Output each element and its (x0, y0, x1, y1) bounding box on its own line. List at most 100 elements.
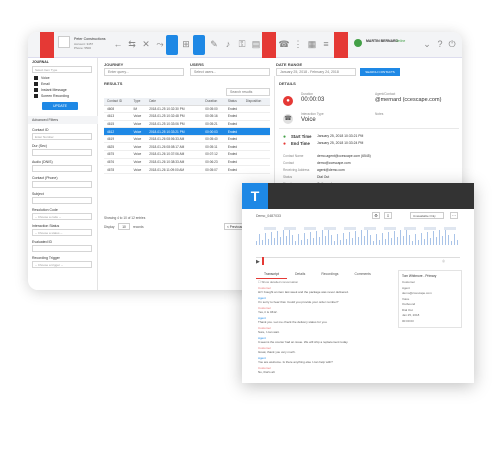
tab-transcript[interactable]: Transcript (256, 270, 287, 279)
alert-button[interactable] (334, 32, 348, 58)
waveform-bar (331, 235, 332, 245)
info-line: demo@ccescape.com (402, 291, 432, 295)
table-row[interactable]: 4675 Voice 2018-01-26 10:37:06 AM 00:07:12 E… (104, 150, 270, 159)
swap-icon[interactable]: ⇆ (126, 38, 138, 50)
table-row[interactable]: 4625 Voice 2018-01-26 08:08:17 AM 00:05:11 E… (104, 142, 270, 152)
search-contacts-button[interactable]: SEARCH CONTACTS (360, 68, 400, 76)
subject-input[interactable] (32, 197, 92, 204)
playhead[interactable] (262, 257, 264, 265)
type-email[interactable]: Email (34, 82, 50, 87)
edit-icon[interactable]: ✎ (208, 38, 220, 50)
update-button[interactable]: UPDATE (42, 102, 78, 110)
item-type-select[interactable]: Select Item Type (32, 66, 92, 73)
timeline-marker[interactable] (444, 227, 456, 230)
timeline-marker[interactable] (264, 227, 276, 230)
waveform-bar (256, 241, 257, 245)
filter-select[interactable]: Unavailable Only (410, 212, 444, 219)
table-cell: 2018-01-26 10:38:33 AM (146, 158, 203, 167)
advanced-filters-header[interactable]: Advanced Filters (28, 116, 98, 124)
transcript-text: Hi! I bought an item last week and the p… (258, 291, 349, 294)
column-header[interactable]: Disposition (242, 98, 270, 106)
contact-id-input[interactable]: Enter Number (32, 133, 92, 140)
grid-icon[interactable]: ⊞ (180, 38, 192, 50)
timeline-marker[interactable] (424, 227, 436, 230)
duration-input[interactable] (32, 149, 92, 156)
app-logo: T (242, 183, 268, 209)
detailed-conversation-checkbox[interactable]: ☐ Show detailed conversation (258, 280, 298, 284)
waveform-bar (346, 239, 347, 245)
table-row[interactable]: 4676 Voice 2018-01-26 10:38:33 AM 00:06:23 E… (104, 158, 270, 167)
table-cell: 00:05:11 (202, 142, 225, 152)
waveform-bar (349, 232, 350, 245)
end-time-value: January 25, 2018 10:33:24 PM (317, 141, 364, 145)
table-row[interactable]: 4608 IM 2018-01-25 10:32:30 PM 00:05:00 Ende… (104, 105, 270, 114)
transcript-text: Thank you. Let me check the delivery sta… (258, 321, 328, 324)
phone-icon[interactable]: ☎ (278, 38, 290, 50)
timeline-marker[interactable] (324, 227, 336, 230)
close-icon[interactable]: ✕ (140, 38, 152, 50)
help-icon[interactable]: ? (434, 38, 446, 50)
timeline-marker[interactable] (364, 227, 376, 230)
timeline-marker[interactable] (344, 227, 356, 230)
column-header[interactable]: Duration (202, 98, 225, 106)
chevron-down-icon[interactable]: ⌄ (421, 38, 433, 50)
table-cell: 4612 (104, 127, 131, 136)
column-header[interactable]: Type (130, 98, 147, 106)
download-icon[interactable]: ⇩ (384, 212, 392, 219)
more-icon[interactable]: ⋯ (450, 212, 458, 219)
contact-phone-input[interactable] (32, 181, 92, 188)
hangup-button[interactable] (262, 32, 276, 58)
zoom-icon[interactable]: ◎ (442, 259, 445, 263)
record-button[interactable] (40, 32, 54, 58)
tab-comments[interactable]: Comments (346, 270, 378, 279)
table-row[interactable]: 4619 Voice 2018-01-26 08:06:33 AM 00:05:40 E… (104, 135, 270, 144)
date-range-input[interactable]: January 25, 2018 - February 24, 2018 (276, 68, 356, 76)
hold-button[interactable] (166, 35, 178, 55)
date-range-label: DATE RANGE (276, 62, 303, 67)
table-cell: 00:06:23 (202, 158, 225, 167)
tab-recordings[interactable]: Recordings (313, 270, 346, 279)
play-icon[interactable]: ▶ (256, 259, 260, 265)
trigger-select[interactable]: -- Choose a trigger -- (32, 261, 92, 268)
calendar-icon[interactable]: ▦ (306, 38, 318, 50)
table-row[interactable]: 4613 Voice 2018-01-25 10:32:48 PM 00:05:16 E… (104, 112, 270, 121)
timeline-marker[interactable] (304, 227, 316, 230)
column-header[interactable]: Date (146, 98, 203, 106)
user-status[interactable]: Online (396, 39, 405, 43)
evaluated-input[interactable] (32, 245, 92, 252)
users-input[interactable]: Select users... (190, 68, 270, 76)
chart-icon[interactable]: ▤ (250, 38, 262, 50)
table-row[interactable]: 4615 Voice 2018-01-25 10:33:06 PM 00:05:21 E… (104, 120, 270, 129)
table-cell: Ended (224, 135, 243, 144)
table-row[interactable]: 4612 Voice 2018-01-25 10:33:21 PM 00:00:03 E… (104, 127, 270, 136)
type-voice[interactable]: Voice (34, 76, 50, 81)
mic-icon[interactable]: ♪ (222, 38, 234, 50)
lock-icon[interactable]: ⚿ (236, 38, 248, 50)
table-row[interactable]: 4678 Voice 2018-01-26 11:09:00 AM 00:05:07 E… (104, 165, 270, 174)
list-icon[interactable]: ≡ (320, 38, 332, 50)
transfer-icon[interactable]: ⤳ (154, 38, 166, 50)
dialpad-icon[interactable]: ⋮ (292, 38, 304, 50)
status-select[interactable]: -- Choose a status -- (32, 229, 92, 236)
timeline-marker[interactable] (384, 227, 396, 230)
per-page-select[interactable]: 10 (118, 223, 130, 230)
tab-details[interactable]: Details (287, 270, 313, 279)
resolution-select[interactable]: -- Choose a code -- (32, 213, 92, 220)
type-instant-message[interactable]: Instant Message (34, 88, 67, 93)
mute-button[interactable] (193, 35, 205, 55)
audio-input[interactable] (32, 165, 92, 172)
waveform-bar (415, 234, 416, 245)
timeline-marker[interactable] (284, 227, 296, 230)
column-header[interactable]: Status (224, 98, 243, 106)
audio-timeline[interactable] (256, 225, 460, 255)
waveform-bar (292, 235, 293, 245)
power-icon[interactable]: ⏻ (446, 38, 458, 50)
timeline-marker[interactable] (404, 227, 416, 230)
settings-icon[interactable]: ⚙ (372, 212, 380, 219)
arrow-left-icon[interactable]: ← (112, 38, 124, 50)
type-screen-recording[interactable]: Screen Recording (34, 94, 69, 99)
column-header[interactable]: Contact ID (104, 98, 131, 106)
filter-audio-label: Audio (DNIS) (32, 160, 53, 164)
results-search-input[interactable]: Search results (226, 88, 270, 96)
journey-input[interactable]: Enter query... (104, 68, 184, 76)
